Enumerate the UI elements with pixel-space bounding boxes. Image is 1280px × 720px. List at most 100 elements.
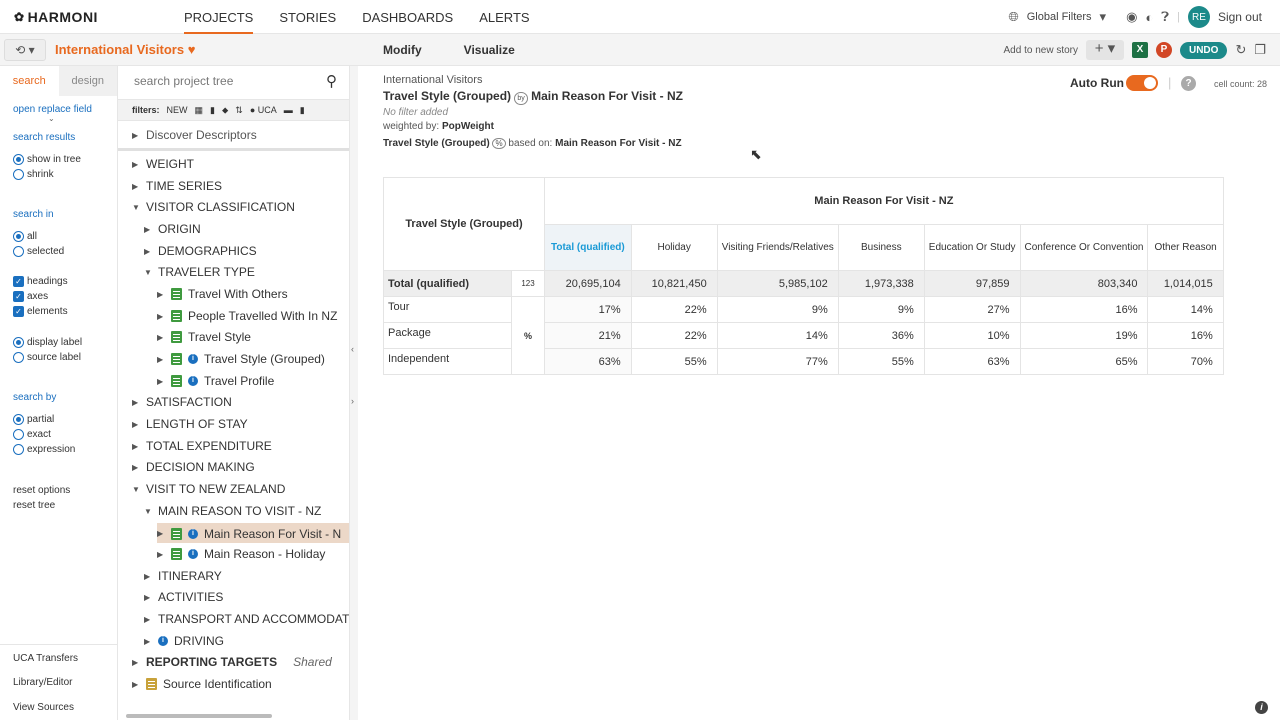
history-button[interactable]: ⟲ ▾ bbox=[4, 39, 46, 61]
refresh-icon[interactable]: ↻ bbox=[1235, 42, 1246, 58]
column-visiting-friends[interactable]: Visiting Friends/Relatives bbox=[716, 224, 839, 271]
tree-item-driving[interactable]: ▶ i DRIVING bbox=[144, 634, 224, 648]
tree-item-travel-profile[interactable]: ▶ i Travel Profile bbox=[157, 374, 274, 388]
chevron-down-icon[interactable]: ⌄ bbox=[48, 114, 55, 123]
uca-filter-button[interactable]: ● UCA bbox=[250, 105, 277, 115]
tree-item-activities[interactable]: ▶ ACTIVITIES bbox=[144, 590, 223, 604]
tree-item-main-reason-for-visit[interactable]: ▶ i Main Reason For Visit - N bbox=[157, 523, 349, 543]
search-icon[interactable]: ⚲ bbox=[326, 72, 337, 90]
global-filters-button[interactable]: Global Filters bbox=[1027, 11, 1092, 23]
exact-radio[interactable]: exact bbox=[13, 429, 51, 440]
row-label[interactable]: Independent bbox=[383, 348, 512, 375]
eye-icon[interactable]: ◉ bbox=[1126, 9, 1137, 25]
tree-item-itinerary[interactable]: ▶ ITINERARY bbox=[144, 569, 222, 583]
tree-item-satisfaction[interactable]: ▶ SATISFACTION bbox=[132, 395, 232, 409]
chevron-down-icon[interactable]: ▾ bbox=[1100, 9, 1107, 25]
add-to-story-button[interactable]: + ▾ bbox=[1085, 40, 1124, 60]
caret-right-icon[interactable]: ▶ bbox=[132, 398, 140, 407]
excel-icon[interactable]: X bbox=[1131, 42, 1148, 58]
caret-right-icon[interactable]: ▶ bbox=[132, 658, 140, 667]
tree-item-travel-style[interactable]: ▶ Travel Style bbox=[157, 330, 251, 344]
expression-radio[interactable]: expression bbox=[13, 444, 75, 455]
folder-icon[interactable]: ▬ bbox=[284, 105, 293, 115]
based-on-variable[interactable]: Main Reason For Visit - NZ bbox=[555, 138, 682, 149]
tree-item-reporting-targets[interactable]: ▶ REPORTING TARGETS Shared bbox=[132, 655, 332, 669]
tab-search[interactable]: search bbox=[0, 66, 59, 96]
row-label-total[interactable]: Total (qualified) bbox=[383, 270, 512, 297]
tree-item-travel-with-others[interactable]: ▶ Travel With Others bbox=[157, 287, 288, 301]
help-icon[interactable]: ❓︎ bbox=[1161, 9, 1169, 25]
caret-right-icon[interactable]: ▶ bbox=[157, 290, 165, 299]
caret-right-icon[interactable]: ▶ bbox=[144, 615, 152, 624]
tree-item-main-reason-holiday[interactable]: ▶ i Main Reason - Holiday bbox=[157, 547, 325, 561]
globe-icon[interactable]: 🌐︎ bbox=[1008, 9, 1018, 25]
tab-modify[interactable]: Modify bbox=[383, 43, 422, 57]
row-label[interactable]: Tour bbox=[383, 296, 512, 323]
caret-right-icon[interactable]: ▶ bbox=[144, 572, 152, 581]
headings-checkbox[interactable]: ✓ headings bbox=[13, 276, 68, 287]
tree-item-visit-nz[interactable]: ▼ VISIT TO NEW ZEALAND bbox=[132, 482, 285, 496]
sign-out-link[interactable]: Sign out bbox=[1218, 10, 1262, 24]
tree-item-source-identification[interactable]: ▶ Source Identification bbox=[132, 677, 272, 691]
app-logo[interactable]: ✿ HARMONI bbox=[14, 9, 98, 25]
info-icon[interactable]: i bbox=[158, 636, 168, 646]
caret-right-icon[interactable]: ▶ bbox=[144, 593, 152, 602]
tree-item-demographics[interactable]: ▶ DEMOGRAPHICS bbox=[144, 244, 257, 258]
display-label-radio[interactable]: display label bbox=[13, 337, 82, 348]
caret-right-icon[interactable]: ▶ bbox=[144, 225, 152, 234]
panel-splitter[interactable]: ‹ › bbox=[350, 66, 358, 720]
caret-right-icon[interactable]: ▶ bbox=[132, 420, 140, 429]
filter-new-button[interactable]: NEW bbox=[167, 105, 188, 115]
caret-down-icon[interactable]: ▼ bbox=[144, 507, 152, 516]
column-education[interactable]: Education Or Study bbox=[923, 224, 1021, 271]
caret-right-icon[interactable]: ▶ bbox=[157, 312, 165, 321]
row-header-cell[interactable]: Travel Style (Grouped) bbox=[383, 177, 545, 271]
caret-right-icon[interactable]: ▶ bbox=[132, 182, 140, 191]
horizontal-scrollbar[interactable] bbox=[126, 714, 272, 718]
caret-right-icon[interactable]: ▶ bbox=[132, 131, 140, 140]
column-icon[interactable]: ▮ bbox=[210, 105, 215, 116]
caret-down-icon[interactable]: ▼ bbox=[144, 268, 152, 277]
caret-right-icon[interactable]: ▶ bbox=[157, 333, 165, 342]
library-editor-link[interactable]: Library/Editor bbox=[13, 677, 72, 688]
sort-icon[interactable]: ⇅ bbox=[235, 105, 243, 116]
tree-item-origin[interactable]: ▶ ORIGIN bbox=[144, 222, 201, 236]
tree-item-visitor-classification[interactable]: ▼ VISITOR CLASSIFICATION bbox=[132, 200, 295, 214]
contrast-icon[interactable]: ◐ bbox=[1145, 10, 1153, 25]
reset-tree-link[interactable]: reset tree bbox=[13, 500, 55, 511]
expand-right-icon[interactable]: › bbox=[351, 396, 354, 406]
collapse-left-icon[interactable]: ‹ bbox=[351, 344, 354, 354]
caret-right-icon[interactable]: ▶ bbox=[144, 637, 152, 646]
tab-design[interactable]: design bbox=[58, 66, 117, 96]
nav-stories[interactable]: STORIES bbox=[279, 0, 336, 34]
caret-right-icon[interactable]: ▶ bbox=[157, 550, 165, 559]
column-other-reason[interactable]: Other Reason bbox=[1147, 224, 1224, 271]
restore-window-icon[interactable]: ❐ bbox=[1254, 42, 1266, 58]
nav-dashboards[interactable]: DASHBOARDS bbox=[362, 0, 453, 34]
view-sources-link[interactable]: View Sources bbox=[13, 702, 74, 713]
tree-item-traveler-type[interactable]: ▼ TRAVELER TYPE bbox=[144, 265, 255, 279]
tree-item-time-series[interactable]: ▶ TIME SERIES bbox=[132, 179, 222, 193]
weight-name[interactable]: PopWeight bbox=[442, 121, 494, 132]
tree-item-weight[interactable]: ▶ WEIGHT bbox=[132, 157, 194, 171]
info-icon[interactable]: i bbox=[188, 528, 198, 539]
tab-visualize[interactable]: Visualize bbox=[464, 43, 515, 57]
column-holiday[interactable]: Holiday bbox=[630, 224, 718, 271]
tree-item-total-expenditure[interactable]: ▶ TOTAL EXPENDITURE bbox=[132, 439, 272, 453]
search-input[interactable]: search project tree bbox=[134, 74, 233, 88]
tree-item-main-reason-nz[interactable]: ▼ MAIN REASON TO VISIT - NZ bbox=[144, 504, 321, 518]
powerpoint-icon[interactable]: P bbox=[1155, 42, 1172, 58]
heart-icon[interactable]: ♥ bbox=[188, 42, 196, 57]
nav-alerts[interactable]: ALERTS bbox=[479, 0, 529, 34]
source-label-radio[interactable]: source label bbox=[13, 352, 81, 363]
search-in-selected-radio[interactable]: selected bbox=[13, 246, 64, 257]
nav-projects[interactable]: PROJECTS bbox=[184, 0, 254, 34]
row-label[interactable]: Package bbox=[383, 322, 512, 349]
shrink-radio[interactable]: shrink bbox=[13, 169, 54, 180]
column-total-qualified[interactable]: Total (qualified) bbox=[544, 224, 632, 271]
axes-checkbox[interactable]: ✓ axes bbox=[13, 291, 48, 302]
caret-right-icon[interactable]: ▶ bbox=[132, 442, 140, 451]
tree-item-transport[interactable]: ▶ TRANSPORT AND ACCOMMODATIO bbox=[144, 612, 349, 626]
caret-right-icon[interactable]: ▶ bbox=[132, 680, 140, 689]
pin-icon[interactable]: ⬥ bbox=[222, 105, 228, 116]
